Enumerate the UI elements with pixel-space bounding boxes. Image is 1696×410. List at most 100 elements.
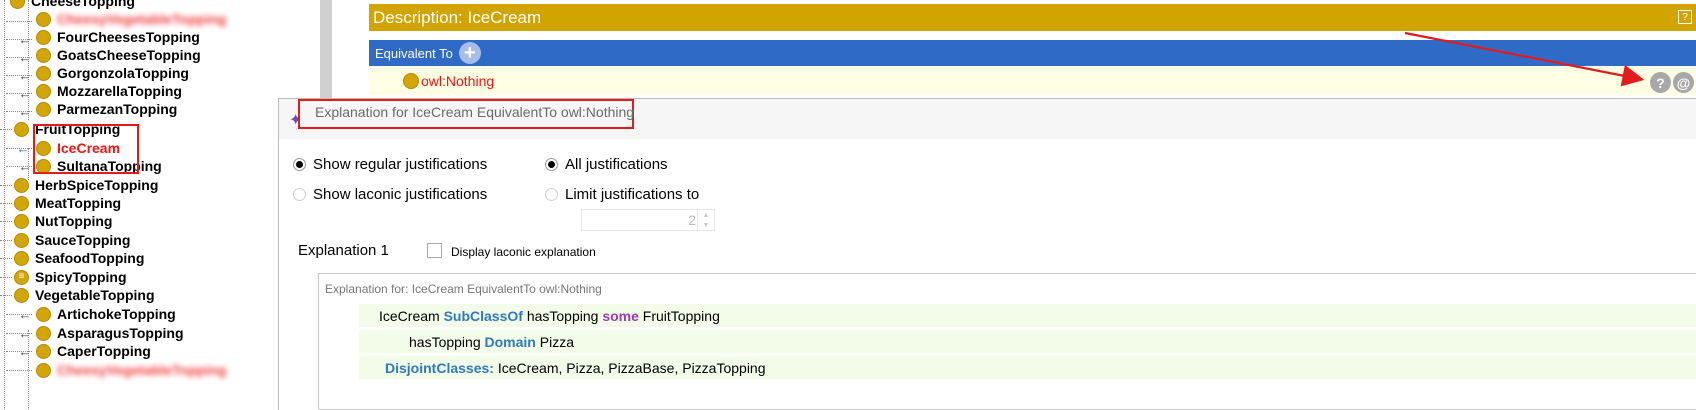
description-header: Description: IceCream ? [369, 4, 1696, 31]
tree-item-gorgonzolatopping[interactable]: GorgonzolaTopping [36, 63, 189, 83]
tree-connector [0, 185, 12, 186]
subclass-arrow-icon: ← [16, 140, 30, 156]
subclass-arrow-icon: ← [18, 67, 32, 83]
spinner-down-icon[interactable]: ▼ [703, 222, 710, 229]
tree-item-fourcheesestopping[interactable]: FourCheesesTopping [36, 27, 200, 47]
display-laconic-checkbox[interactable] [427, 243, 442, 258]
plus-circle-icon[interactable]: + [458, 42, 481, 64]
tree-item-parmezantopping[interactable]: ParmezanTopping [36, 99, 177, 119]
class-icon [36, 83, 51, 99]
class-icon [14, 232, 29, 248]
tree-connector [6, 21, 32, 22]
tree-item-label: ArtichokeTopping [57, 306, 176, 322]
subclass-arrow-icon: ← [18, 306, 32, 322]
radio-label: Show regular justifications [313, 156, 488, 173]
class-icon [36, 11, 51, 27]
subclass-arrow-icon: ← [18, 343, 32, 359]
subclass-arrow-icon: ← [18, 158, 32, 174]
explanation-for-text: Explanation for: IceCream EquivalentTo o… [325, 282, 602, 296]
tree-item-label: GorgonzolaTopping [57, 65, 189, 81]
tree-guide-line [4, 0, 5, 410]
tree-item-goatscheesetopping[interactable]: GoatsCheeseTopping [36, 45, 201, 65]
tree-item-capertopping[interactable]: CaperTopping [36, 341, 151, 361]
class-icon [36, 306, 51, 322]
spinner-buttons[interactable]: ▲ ▼ [697, 210, 714, 230]
tree-item-label: AsparagusTopping [57, 325, 184, 341]
axiom-text: FruitTopping [638, 307, 720, 324]
class-icon [36, 362, 51, 378]
tree-connector [0, 277, 12, 278]
equivalent-to-header: Equivalent To + [369, 40, 1696, 66]
subclass-arrow-icon: ← [18, 49, 32, 65]
tree-item-seafoodtopping[interactable]: SeafoodTopping [14, 248, 144, 268]
axiom-row[interactable]: IceCream SubClassOf hasTopping some Frui… [359, 304, 1696, 328]
annotate-button[interactable]: @ [1673, 72, 1694, 93]
tree-item-vegetabletopping[interactable]: VegetableTopping [14, 285, 155, 305]
tree-connector [6, 370, 32, 371]
show-regular-radio[interactable]: Show regular justifications [293, 156, 487, 173]
show-laconic-radio[interactable]: Show laconic justifications [293, 186, 487, 203]
radio-label: Limit justifications to [565, 186, 700, 203]
class-icon [36, 29, 51, 45]
description-title: Description: IceCream [373, 7, 542, 27]
axiom-text: hasTopping [409, 333, 485, 350]
tree-item-artichoketopping[interactable]: ArtichokeTopping [36, 304, 176, 324]
axiom-text: hasTopping [522, 307, 603, 324]
class-icon [36, 101, 51, 117]
axiom-row[interactable]: hasTopping Domain Pizza [359, 330, 1696, 354]
class-hierarchy-tree[interactable]: CheeseTopping CheesyVegetableTopping ← F… [0, 0, 320, 410]
tree-item-blurred[interactable]: CheesyVegetableTopping [36, 360, 226, 380]
axiom-row[interactable]: DisjointClasses: IceCream, Pizza, PizzaB… [359, 356, 1696, 380]
question-square-icon[interactable]: ? [1678, 10, 1692, 24]
tree-item-label: FourCheesesTopping [57, 29, 200, 45]
dialog-title: Explanation for IceCream EquivalentTo ow… [315, 104, 635, 120]
limit-value: 2 [688, 212, 696, 228]
tree-connector [0, 129, 12, 130]
tree-item-herbspicetopping[interactable]: HerbSpiceTopping [14, 175, 158, 195]
radio-selected-icon [293, 158, 306, 171]
all-justifications-radio[interactable]: All justifications [545, 156, 668, 173]
tree-connector [0, 295, 12, 296]
class-icon [14, 287, 29, 303]
tree-item-label: SpicyTopping [35, 269, 127, 285]
tree-connector [0, 203, 12, 204]
class-icon [36, 65, 51, 81]
class-icon [14, 177, 29, 193]
defined-class-icon: ≡ [14, 269, 29, 285]
class-icon [14, 213, 29, 229]
class-icon [36, 325, 51, 341]
explain-button[interactable]: ? [1650, 72, 1671, 93]
class-icon [14, 250, 29, 266]
axiom-text: Pizza [535, 333, 574, 350]
axiom-text: IceCream [379, 307, 444, 324]
tree-item-saucetopping[interactable]: SauceTopping [14, 230, 130, 250]
tree-connector [0, 221, 12, 222]
tree-item-meattopping[interactable]: MeatTopping [14, 193, 121, 213]
display-laconic-label: Display laconic explanation [451, 245, 596, 259]
tree-item-label: NutTopping [35, 213, 113, 229]
tree-connector [0, 240, 12, 241]
axiom-keyword: DisjointClasses: [385, 359, 494, 376]
class-icon [14, 121, 29, 137]
explanation-label: Explanation 1 [298, 242, 389, 259]
tree-item-nuttopping[interactable]: NutTopping [14, 211, 113, 231]
tree-item-label: CheeseTopping [31, 0, 135, 9]
limit-spinner[interactable]: 2 ▲ ▼ [581, 209, 715, 231]
axiom-text: IceCream, Pizza, PizzaBase, PizzaTopping [493, 359, 766, 376]
class-icon [36, 47, 51, 63]
radio-label: All justifications [565, 156, 668, 173]
subclass-arrow-icon: ← [18, 103, 32, 119]
tree-item-mozzarellatopping[interactable]: MozzarellaTopping [36, 81, 182, 101]
tree-item-label: VegetableTopping [35, 287, 155, 303]
tree-item-asparagustopping[interactable]: AsparagusTopping [36, 323, 184, 343]
spinner-up-icon[interactable]: ▲ [703, 212, 710, 219]
limit-justifications-radio[interactable]: Limit justifications to [545, 186, 699, 203]
radio-selected-icon [545, 158, 558, 171]
equivalent-to-row[interactable]: owl:Nothing [369, 67, 1696, 95]
tree-item-spicytopping[interactable]: ≡ SpicyTopping [14, 267, 127, 287]
axiom-keyword: Domain [484, 333, 536, 350]
tree-item-label: SauceTopping [35, 232, 131, 248]
tree-item-blurred[interactable]: CheesyVegetableTopping [36, 9, 226, 29]
class-icon [10, 0, 25, 9]
axiom-keyword: some [602, 307, 639, 324]
